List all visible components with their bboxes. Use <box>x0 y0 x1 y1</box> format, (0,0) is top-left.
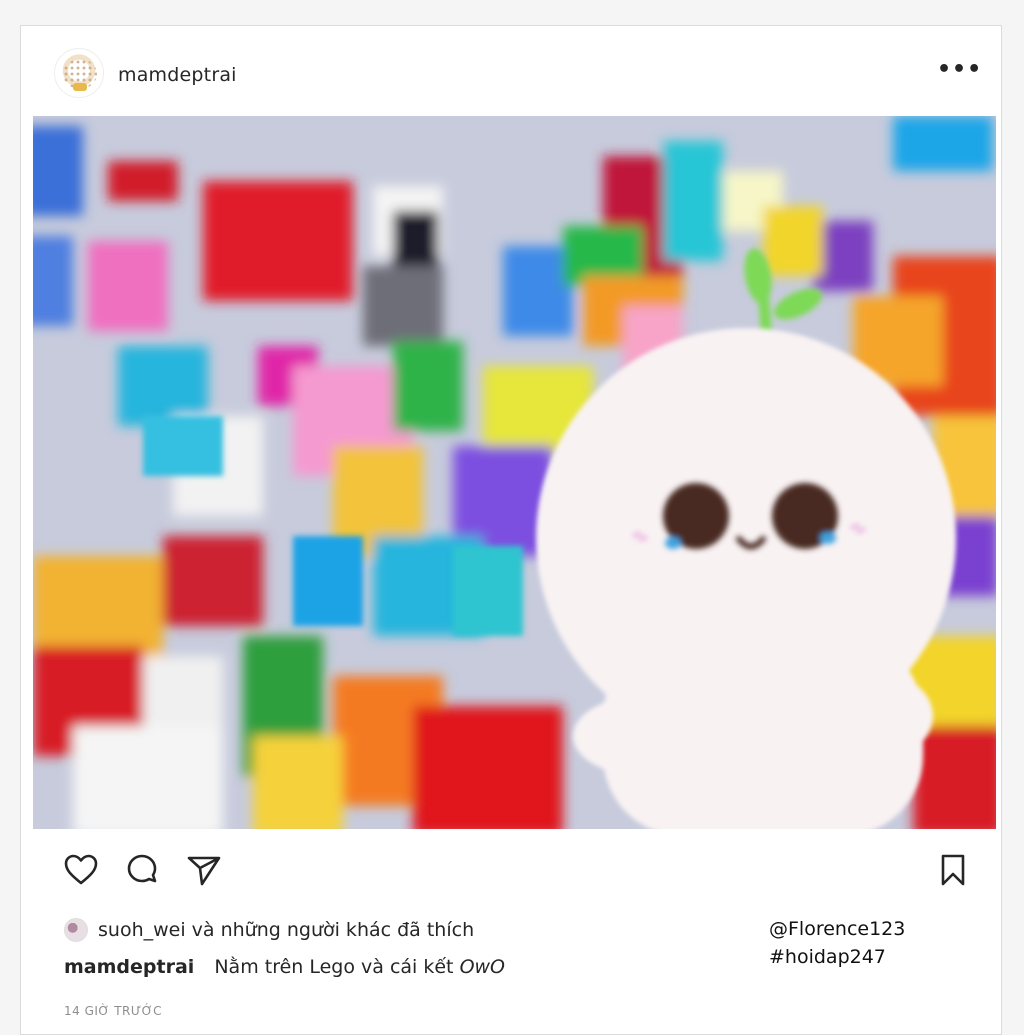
watermark-tags: @Florence123 #hoidap247 <box>769 915 905 971</box>
hashtag-tag: #hoidap247 <box>769 946 886 968</box>
post-actions <box>21 829 1001 909</box>
caption-username[interactable]: mamdeptrai <box>64 956 194 978</box>
caption-body: Nằm trên Lego và cái kết <box>214 956 454 978</box>
likes-text: suoh_wei và những người khác đã thích <box>98 919 475 941</box>
heart-icon[interactable] <box>62 851 100 889</box>
post-image-art <box>33 116 996 829</box>
caption-text: Nằm trên Lego và cái kết OwO <box>214 956 505 978</box>
caption-emote: OwO <box>459 956 506 978</box>
liker-avatar <box>64 918 88 942</box>
post-image[interactable] <box>33 116 996 829</box>
post-header: mamdeptrai ••• <box>21 26 1001 116</box>
post-timestamp: 14 GIỜ TRƯỚC <box>64 1004 162 1018</box>
user-avatar[interactable] <box>54 48 104 98</box>
bookmark-icon[interactable] <box>934 851 972 889</box>
comment-icon[interactable] <box>123 851 161 889</box>
avatar-cap <box>73 83 87 91</box>
post-username[interactable]: mamdeptrai <box>118 64 237 86</box>
post-card: mamdeptrai ••• suoh_wei và những người k… <box>20 25 1002 1035</box>
mention-tag: @Florence123 <box>769 918 906 940</box>
caption: mamdeptrai Nằm trên Lego và cái kết OwO <box>64 956 505 978</box>
likes-summary[interactable]: suoh_wei và những người khác đã thích <box>64 917 474 943</box>
more-horizontal-icon[interactable]: ••• <box>937 59 981 84</box>
send-icon[interactable] <box>185 851 223 889</box>
